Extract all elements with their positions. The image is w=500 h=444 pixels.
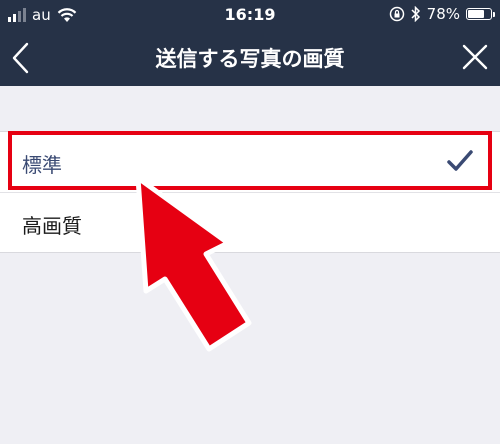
option-high-quality[interactable]: 高画質: [0, 193, 500, 253]
option-standard[interactable]: 標準: [0, 132, 500, 193]
check-icon: [447, 150, 473, 171]
option-standard-label: 標準: [22, 153, 62, 177]
close-button[interactable]: [462, 44, 488, 70]
battery-percent: 78%: [426, 5, 460, 23]
battery-level-fill: [468, 10, 484, 18]
navigation-bar: 送信する写真の画質: [0, 30, 500, 86]
page-title: 送信する写真の画質: [155, 47, 345, 71]
quality-option-list: 標準 高画質: [0, 131, 500, 253]
option-high-quality-label: 高画質: [22, 214, 82, 238]
battery-icon: [466, 8, 495, 20]
bluetooth-icon: [411, 6, 420, 22]
rotation-lock-icon: [389, 6, 404, 22]
header-bar: au 16:19 78% 送信する写真の画質: [0, 0, 500, 86]
status-bar: au 16:19 78%: [0, 0, 500, 30]
